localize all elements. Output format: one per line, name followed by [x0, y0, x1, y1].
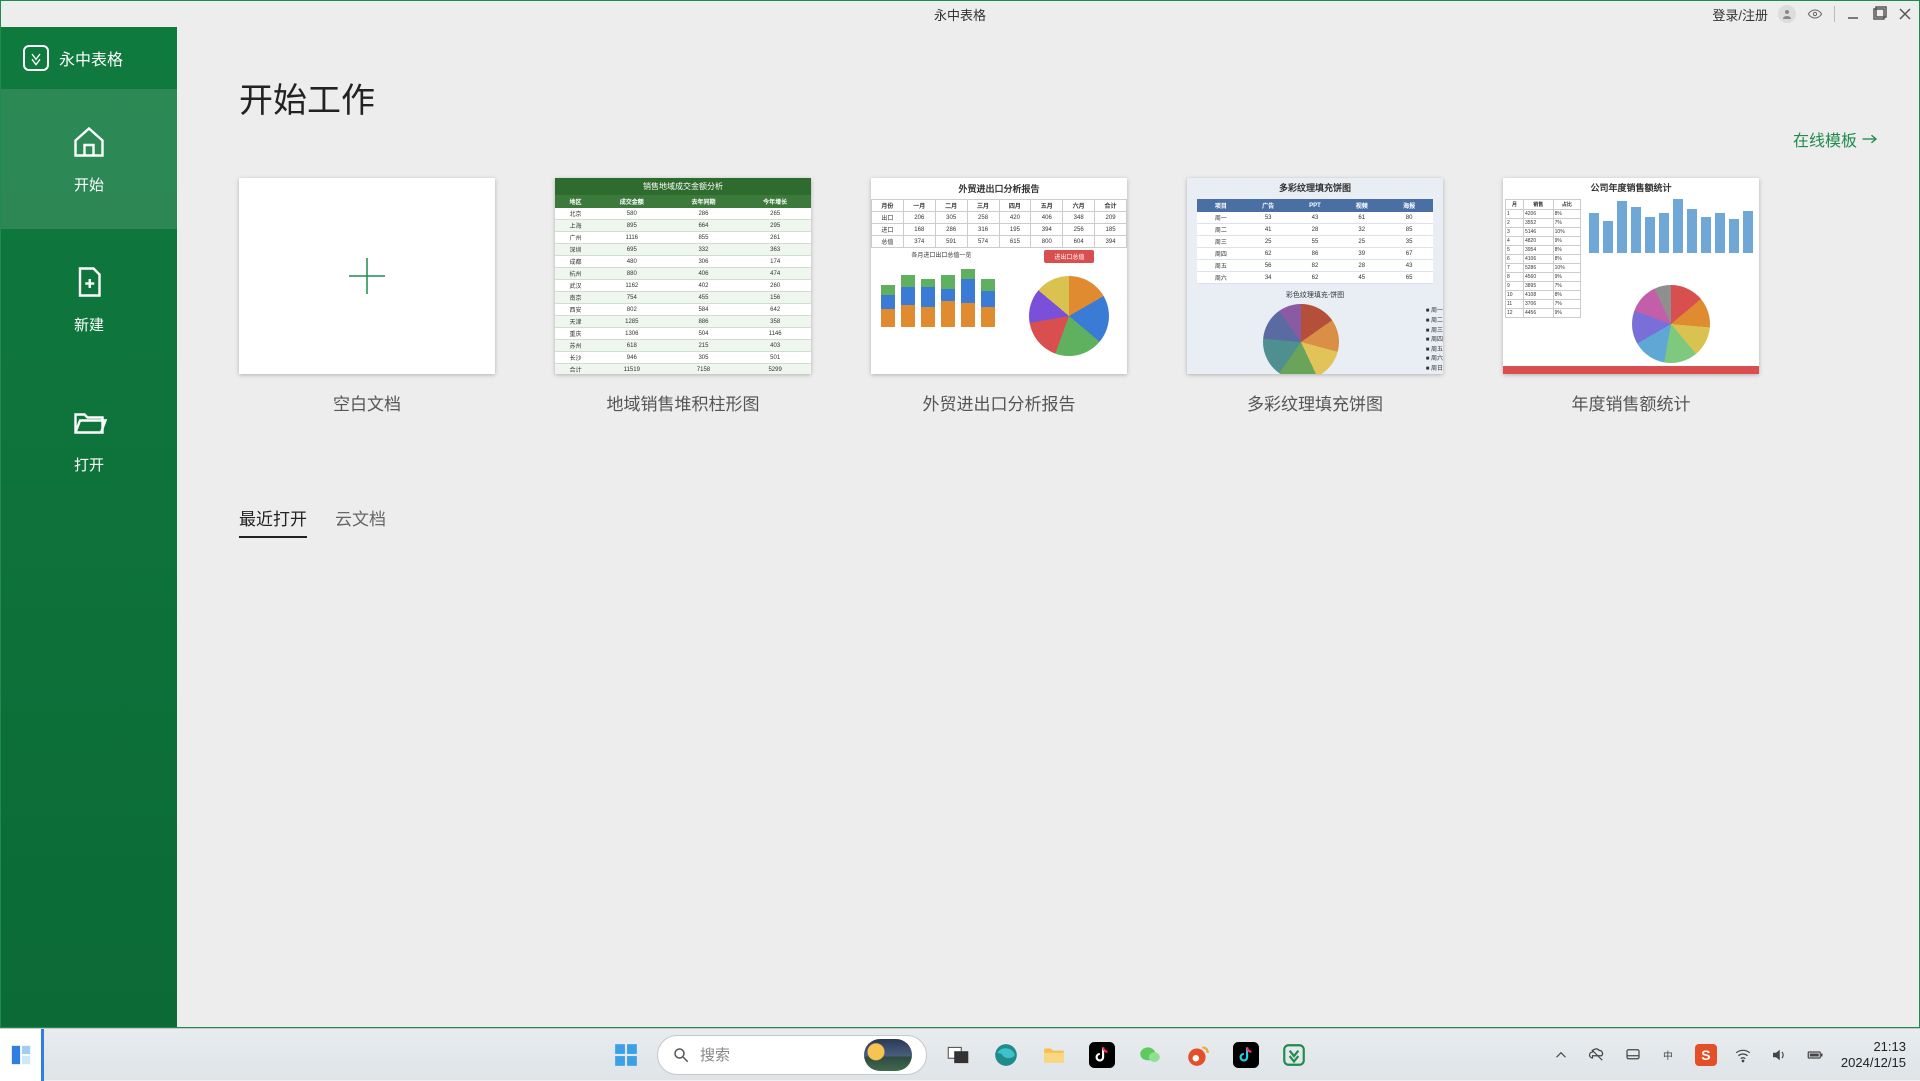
- template-blank[interactable]: 空白文档: [239, 178, 495, 415]
- template-caption: 空白文档: [333, 390, 401, 415]
- sidebar-item-label: 打开: [74, 454, 104, 475]
- search-placeholder: 搜索: [700, 1044, 730, 1065]
- tab-cloud-docs[interactable]: 云文档: [335, 505, 386, 538]
- avatar-icon[interactable]: [1778, 5, 1796, 23]
- titlebar-divider: [1834, 6, 1835, 22]
- body: 永中表格 开始 新建 打开 开始工作 在线模板: [1, 27, 1919, 1027]
- template-annual-sales[interactable]: 公司年度销售额统计 月销售占比 142068% 235527% 3514610%…: [1503, 178, 1759, 415]
- template-thumb: [239, 178, 495, 374]
- template-region-sales[interactable]: 销售地域成交金额分析 地区成交金额去年同期今年增长 北京580286265 上海…: [555, 178, 811, 415]
- tray-onedrive-icon[interactable]: [1587, 1045, 1607, 1065]
- plus-icon: [345, 254, 389, 298]
- preview-content: 外贸进出口分析报告 月份一月二月三月四月五月六月合计 出口20630525842…: [871, 178, 1127, 374]
- sidebar-item-open[interactable]: 打开: [1, 369, 177, 509]
- preview-title: 外贸进出口分析报告: [871, 178, 1127, 199]
- template-caption: 地域销售堆积柱形图: [607, 390, 760, 415]
- recent-tabs: 最近打开 云文档: [239, 505, 1857, 538]
- templates-row: 空白文档 销售地域成交金额分析 地区成交金额去年同期今年增长 北京5802862…: [239, 178, 1857, 415]
- search-icon: [672, 1046, 690, 1064]
- taskbar-center: 搜索: [609, 1035, 1311, 1075]
- preview-title: 多彩纹理填充饼图: [1187, 178, 1443, 197]
- tray-battery-icon[interactable]: [1805, 1045, 1825, 1065]
- home-icon: [71, 124, 107, 160]
- clock-date: 2024/12/15: [1841, 1055, 1906, 1071]
- preview-pie: [1632, 285, 1710, 363]
- preview-title: 销售地域成交金额分析: [555, 178, 811, 195]
- brand-name: 永中表格: [59, 46, 123, 70]
- brand: 永中表格: [1, 27, 177, 89]
- tray-chevron-up-icon[interactable]: [1551, 1045, 1571, 1065]
- sidebar-item-start[interactable]: 开始: [1, 89, 177, 229]
- online-templates-link[interactable]: 在线模板: [1793, 127, 1879, 151]
- tray-volume-icon[interactable]: [1769, 1045, 1789, 1065]
- taskbar: 搜索 中 S: [0, 1028, 1920, 1080]
- task-view-icon[interactable]: [941, 1038, 975, 1072]
- tray-ime-icon[interactable]: 中: [1659, 1045, 1679, 1065]
- tray-touchpad-icon[interactable]: [1623, 1045, 1643, 1065]
- template-thumb: 外贸进出口分析报告 月份一月二月三月四月五月六月合计 出口20630525842…: [871, 178, 1127, 374]
- clock-time: 21:13: [1841, 1039, 1906, 1055]
- preview-content: 公司年度销售额统计 月销售占比 142068% 235527% 3514610%…: [1503, 178, 1759, 374]
- tiktok-icon[interactable]: [1229, 1038, 1263, 1072]
- weibo-icon[interactable]: [1181, 1038, 1215, 1072]
- preview-content: 销售地域成交金额分析 地区成交金额去年同期今年增长 北京580286265 上海…: [555, 178, 811, 374]
- preview-pie: [1029, 276, 1109, 356]
- yozo-app-icon[interactable]: [1277, 1038, 1311, 1072]
- preview-footer-bar: [1503, 366, 1759, 374]
- svg-text:中: 中: [1663, 1048, 1673, 1061]
- new-file-icon: [71, 264, 107, 300]
- template-thumb: 多彩纹理填充饼图 项目广告PPT视频海报 周一53436180 周二412832…: [1187, 178, 1443, 374]
- login-link[interactable]: 登录/注册: [1712, 5, 1768, 24]
- preview-title: 公司年度销售额统计: [1503, 178, 1759, 197]
- maximize-button[interactable]: [1871, 6, 1887, 22]
- preview-subtitle: 彩色纹理填充-饼图: [1187, 288, 1443, 302]
- eye-icon[interactable]: [1806, 5, 1824, 23]
- taskbar-left-app[interactable]: [0, 1029, 44, 1081]
- minimize-button[interactable]: [1845, 6, 1861, 22]
- folder-open-icon: [71, 404, 107, 440]
- taskbar-tray: 中 S 21:13 2024/12/15: [1551, 1039, 1910, 1070]
- taskbar-search[interactable]: 搜索: [657, 1035, 927, 1075]
- file-explorer-icon[interactable]: [1037, 1038, 1071, 1072]
- app-title: 永中表格: [934, 5, 986, 24]
- douyin-icon[interactable]: [1085, 1038, 1119, 1072]
- tab-recent[interactable]: 最近打开: [239, 505, 307, 538]
- preview-pie: [1263, 304, 1339, 374]
- search-scenery-icon: [864, 1039, 912, 1071]
- template-trade-report[interactable]: 外贸进出口分析报告 月份一月二月三月四月五月六月合计 出口20630525842…: [871, 178, 1127, 415]
- titlebar-right: 登录/注册: [1712, 5, 1913, 24]
- wechat-icon[interactable]: [1133, 1038, 1167, 1072]
- preview-content: 多彩纹理填充饼图 项目广告PPT视频海报 周一53436180 周二412832…: [1187, 178, 1443, 374]
- taskbar-clock[interactable]: 21:13 2024/12/15: [1841, 1039, 1910, 1070]
- tray-sogou-icon[interactable]: S: [1695, 1044, 1717, 1066]
- arrow-right-icon: [1861, 132, 1879, 146]
- brand-logo-icon: [23, 45, 49, 71]
- main-area: 开始工作 在线模板 空白文档: [177, 27, 1919, 1027]
- tray-wifi-icon[interactable]: [1733, 1045, 1753, 1065]
- online-templates-label: 在线模板: [1793, 127, 1857, 151]
- template-texture-pie[interactable]: 多彩纹理填充饼图 项目广告PPT视频海报 周一53436180 周二412832…: [1187, 178, 1443, 415]
- template-caption: 外贸进出口分析报告: [923, 390, 1076, 415]
- sidebar: 永中表格 开始 新建 打开: [1, 27, 177, 1027]
- sidebar-item-label: 新建: [74, 314, 104, 335]
- titlebar: 永中表格 登录/注册: [1, 1, 1919, 27]
- edge-icon[interactable]: [989, 1038, 1023, 1072]
- template-thumb: 销售地域成交金额分析 地区成交金额去年同期今年增长 北京580286265 上海…: [555, 178, 811, 374]
- close-button[interactable]: [1897, 6, 1913, 22]
- template-caption: 多彩纹理填充饼图: [1247, 390, 1383, 415]
- template-thumb: 公司年度销售额统计 月销售占比 142068% 235527% 3514610%…: [1503, 178, 1759, 374]
- page-heading: 开始工作: [239, 73, 1857, 122]
- template-caption: 年度销售额统计: [1572, 390, 1691, 415]
- sidebar-item-new[interactable]: 新建: [1, 229, 177, 369]
- start-button[interactable]: [609, 1038, 643, 1072]
- app-window: 永中表格 登录/注册: [0, 0, 1920, 1028]
- sidebar-item-label: 开始: [74, 174, 104, 195]
